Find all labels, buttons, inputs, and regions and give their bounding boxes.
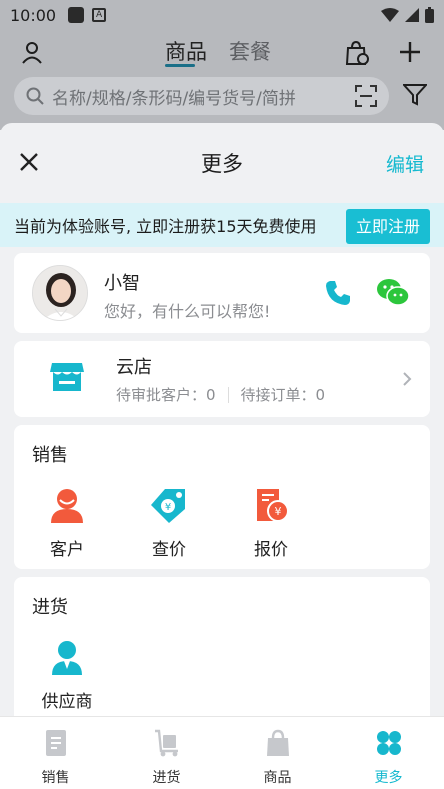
sheet-header: 更多 编辑 bbox=[0, 123, 444, 201]
battery-icon bbox=[425, 7, 434, 23]
status-time: 10:00 bbox=[10, 5, 57, 25]
wechat-icon[interactable] bbox=[376, 277, 410, 307]
tab-packages[interactable]: 套餐 bbox=[229, 36, 271, 66]
assistant-name: 小智 bbox=[104, 273, 140, 294]
svg-text:¥: ¥ bbox=[275, 505, 282, 518]
more-sheet: 更多 编辑 当前为体验账号, 立即注册获15天免费使用 立即注册 小智 您好，有… bbox=[0, 123, 444, 716]
trial-banner: 当前为体验账号, 立即注册获15天免费使用 立即注册 bbox=[0, 203, 444, 247]
price-check-label: 查价 bbox=[152, 540, 186, 560]
customer-icon bbox=[51, 489, 83, 523]
quote-icon: ¥ bbox=[257, 489, 289, 522]
clover-icon bbox=[376, 731, 401, 755]
search-bar[interactable]: 名称/规格/条形码/编号货号/简拼 bbox=[14, 77, 389, 115]
supplier-icon bbox=[52, 641, 82, 675]
user-icon[interactable] bbox=[20, 40, 44, 64]
filter-icon[interactable] bbox=[403, 84, 427, 106]
pending-orders: 待接订单：0 bbox=[240, 386, 326, 404]
sales-section-title: 销售 bbox=[32, 445, 68, 466]
nav-item-sales[interactable]: 销售 bbox=[0, 717, 111, 789]
assistant-greeting: 您好，有什么可以帮您! bbox=[104, 302, 271, 321]
background-app: 商品 套餐 名称/规格/条形码/编号货号/简拼 bbox=[0, 30, 444, 130]
chevron-right-icon bbox=[403, 372, 412, 386]
cart-icon bbox=[154, 729, 178, 757]
quote-label: 报价 bbox=[254, 540, 288, 560]
nav-label-products: 商品 bbox=[263, 770, 292, 786]
stats-divider bbox=[227, 386, 229, 403]
price-tag-icon: ¥ bbox=[151, 489, 185, 523]
shopping-bag-clock-icon[interactable] bbox=[345, 40, 369, 66]
phone-icon[interactable] bbox=[324, 279, 352, 307]
nav-label-purchase: 进货 bbox=[152, 770, 181, 786]
register-button[interactable]: 立即注册 bbox=[346, 209, 430, 244]
pending-customers: 待审批客户：0 bbox=[116, 386, 216, 404]
notification-icon bbox=[68, 7, 85, 23]
assistant-card[interactable]: 小智 您好，有什么可以帮您! bbox=[14, 253, 430, 333]
nav-item-products[interactable]: 商品 bbox=[222, 717, 333, 789]
scan-icon[interactable] bbox=[355, 85, 377, 107]
sheet-title: 更多 bbox=[201, 152, 243, 176]
wifi-icon bbox=[381, 8, 399, 22]
active-tab-indicator bbox=[165, 64, 195, 67]
search-icon bbox=[26, 87, 44, 105]
trial-banner-text: 当前为体验账号, 立即注册获15天免费使用 bbox=[14, 217, 317, 236]
cloud-store-card[interactable]: 云店 待审批客户：0 待接订单：0 bbox=[14, 341, 430, 417]
status-bar: 10:00 A bbox=[0, 0, 444, 30]
add-icon[interactable] bbox=[398, 40, 422, 64]
price-check-item[interactable]: ¥ 查价 bbox=[134, 487, 204, 560]
search-placeholder: 名称/规格/条形码/编号货号/简拼 bbox=[52, 88, 296, 109]
customer-item[interactable]: 客户 bbox=[32, 487, 102, 560]
bottom-nav: 销售 进货 商品 更多 bbox=[0, 716, 444, 789]
bag-icon bbox=[266, 729, 289, 756]
svg-text:¥: ¥ bbox=[165, 502, 171, 513]
background-header: 商品 套餐 bbox=[0, 30, 444, 74]
avatar bbox=[32, 265, 88, 321]
document-icon bbox=[45, 730, 66, 756]
signal-icon bbox=[405, 8, 419, 22]
nav-label-sales: 销售 bbox=[41, 770, 70, 786]
tab-products[interactable]: 商品 bbox=[165, 36, 207, 66]
purchase-section: 进货 供应商 bbox=[14, 577, 430, 716]
nav-item-more[interactable]: 更多 bbox=[333, 717, 444, 789]
quote-item[interactable]: ¥ 报价 bbox=[236, 487, 306, 560]
supplier-label: 供应商 bbox=[41, 692, 93, 712]
nav-label-more: 更多 bbox=[374, 770, 403, 786]
edit-button[interactable]: 编辑 bbox=[386, 150, 424, 177]
store-stats: 待审批客户：0 待接订单：0 bbox=[116, 384, 325, 405]
customer-label: 客户 bbox=[50, 540, 84, 560]
purchase-section-title: 进货 bbox=[32, 597, 68, 618]
nav-item-purchase[interactable]: 进货 bbox=[111, 717, 222, 789]
a-notification-icon: A bbox=[92, 8, 107, 22]
store-name: 云店 bbox=[116, 357, 152, 378]
sales-section: 销售 客户 ¥ 查价 ¥ 报价 bbox=[14, 425, 430, 569]
supplier-item[interactable]: 供应商 bbox=[32, 639, 102, 712]
store-icon bbox=[50, 363, 84, 391]
